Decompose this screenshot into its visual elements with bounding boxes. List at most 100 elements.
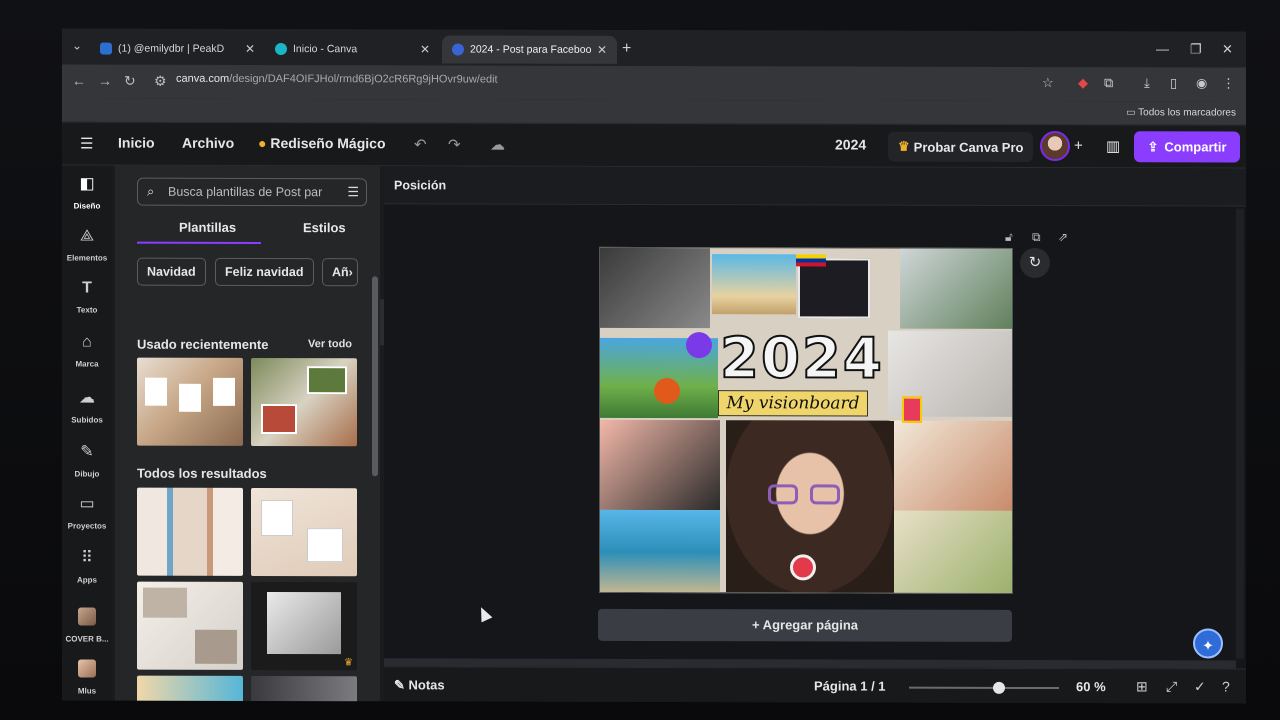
draw-icon: ✎ bbox=[80, 443, 94, 461]
check-icon[interactable]: ✓ bbox=[1194, 678, 1206, 695]
see-all-link[interactable]: Ver todo bbox=[308, 338, 352, 350]
tab-templates[interactable]: Plantillas bbox=[179, 220, 236, 235]
rail-item-cover-app[interactable]: COVER B... bbox=[62, 607, 112, 646]
filter-icon[interactable]: ☰ bbox=[347, 179, 359, 205]
help-icon[interactable]: ? bbox=[1222, 678, 1230, 694]
rail-item-draw[interactable]: ✎ Dibujo bbox=[62, 441, 112, 481]
forward-icon[interactable]: → bbox=[98, 73, 112, 89]
add-page-button[interactable]: + Agregar página bbox=[598, 608, 1012, 642]
all-bookmarks[interactable]: ▭ Todos los marcadores bbox=[1126, 107, 1236, 118]
glasses-shape bbox=[810, 484, 840, 505]
chevron-right-icon[interactable]: › bbox=[349, 265, 353, 279]
share-label: Compartir bbox=[1164, 139, 1227, 155]
extension-icon[interactable]: ◆ bbox=[1078, 75, 1088, 91]
chip-navidad[interactable]: Navidad bbox=[137, 257, 206, 286]
site-info-icon[interactable]: ⚙ bbox=[154, 73, 167, 90]
rail-item-uploads[interactable]: ☁ Subidos bbox=[62, 387, 112, 427]
close-tab-icon[interactable]: ✕ bbox=[420, 42, 430, 56]
profile-icon[interactable]: ◉ bbox=[1196, 75, 1207, 91]
zoom-slider-handle[interactable] bbox=[993, 681, 1005, 694]
chip-feliz-navidad[interactable]: Feliz navidad bbox=[215, 257, 314, 287]
maximize-icon[interactable]: ❐ bbox=[1190, 41, 1202, 57]
tab-facebook-post[interactable]: 2024 - Post para Facebook ✕ bbox=[442, 35, 617, 64]
result-template-thumbnail[interactable]: ♛ bbox=[251, 581, 357, 671]
redo-icon[interactable]: ↷ bbox=[448, 135, 461, 153]
bottom-bar: ✎ Notas Página 1 / 1 60 % ⊞ ⤢ ✓ ? bbox=[384, 666, 1246, 704]
all-bookmarks-label: Todos los marcadores bbox=[1138, 107, 1236, 119]
avatar[interactable] bbox=[1040, 131, 1070, 162]
photo-frame-shape bbox=[307, 366, 347, 395]
insights-chart-icon[interactable]: ▥ bbox=[1106, 137, 1120, 155]
active-tab-indicator bbox=[137, 241, 261, 244]
rail-item-elements[interactable]: ⟁ Elementos bbox=[62, 227, 112, 265]
panel-scrollbar[interactable] bbox=[372, 276, 378, 477]
download-icon[interactable]: ⤓ bbox=[1144, 75, 1150, 91]
canvas-vertical-scrollbar[interactable] bbox=[1236, 208, 1244, 659]
context-toolbar: Posición bbox=[384, 166, 1246, 207]
new-tab-icon[interactable]: + bbox=[622, 40, 631, 58]
undo-icon[interactable]: ↶ bbox=[414, 135, 427, 153]
close-window-icon[interactable]: ✕ bbox=[1222, 41, 1233, 57]
browser-window: ⌄ (1) @emilydbr | PeakD ✕ Inicio - Canva… bbox=[62, 28, 1246, 704]
zoom-value[interactable]: 60 % bbox=[1076, 679, 1106, 694]
magic-assistant-icon[interactable]: ✦ bbox=[1193, 628, 1223, 659]
notes-button[interactable]: ✎ Notas bbox=[394, 677, 445, 693]
regenerate-icon[interactable]: ↻ bbox=[1020, 247, 1050, 279]
recent-template-thumbnail[interactable] bbox=[251, 357, 357, 447]
result-template-thumbnail[interactable] bbox=[137, 487, 243, 576]
rail-item-design[interactable]: ◧ Diseño bbox=[62, 173, 112, 213]
close-tab-icon[interactable]: ✕ bbox=[245, 42, 255, 56]
grid-view-icon[interactable]: ⊞ bbox=[1136, 678, 1148, 695]
design-title[interactable]: 2024 bbox=[835, 136, 866, 152]
tab-peakd[interactable]: (1) @emilydbr | PeakD ✕ bbox=[90, 35, 265, 63]
rail-item-text[interactable]: T Texto bbox=[62, 279, 112, 317]
tab-styles[interactable]: Estilos bbox=[303, 220, 346, 235]
results-heading: Todos los resultados bbox=[137, 465, 267, 481]
cloud-save-icon[interactable]: ☁ bbox=[490, 136, 505, 154]
crown-icon: ♛ bbox=[898, 138, 910, 154]
back-icon[interactable]: ← bbox=[72, 72, 86, 88]
minimize-icon[interactable]: — bbox=[1156, 41, 1169, 56]
recent-template-thumbnail[interactable] bbox=[137, 357, 243, 446]
tab-canva-home[interactable]: Inicio - Canva ✕ bbox=[265, 35, 440, 63]
template-search-input[interactable]: ⌕ Busca plantillas de Post par ☰ bbox=[137, 177, 367, 207]
rail-label: Texto bbox=[76, 305, 98, 315]
close-tab-icon[interactable]: ✕ bbox=[597, 43, 607, 57]
canvas-area: Posición 🔓︎ ⧉ ⇗ 2024 My visionboard ↻ + … bbox=[384, 166, 1246, 704]
result-template-thumbnail[interactable] bbox=[251, 487, 357, 577]
reload-icon[interactable]: ↻ bbox=[124, 73, 136, 90]
try-canva-pro-button[interactable]: ♛ Probar Canva Pro bbox=[888, 131, 1034, 162]
home-link[interactable]: Inicio bbox=[118, 135, 155, 151]
rail-item-second-app[interactable]: Mlus bbox=[62, 659, 112, 698]
rail-item-apps[interactable]: ⠿ Apps bbox=[62, 547, 112, 587]
fullscreen-icon[interactable]: ⤢ bbox=[1166, 678, 1177, 695]
zoom-slider[interactable] bbox=[909, 686, 1059, 690]
canva-top-bar: ☰ Inicio Archivo ● Rediseño Mágico ↶ ↷ ☁… bbox=[62, 123, 1246, 169]
rail-item-brand[interactable]: ⌂ Marca bbox=[62, 333, 112, 371]
side-panel-icon[interactable]: ▯ bbox=[1170, 75, 1177, 91]
puzzle-extensions-icon[interactable]: ⧉ bbox=[1104, 75, 1113, 91]
browser-menu-icon[interactable]: ⋮ bbox=[1222, 75, 1235, 91]
position-button[interactable]: Posición bbox=[394, 178, 446, 192]
hamburger-menu-icon[interactable]: ☰ bbox=[80, 134, 93, 152]
url-field[interactable]: canva.com/design/DAF4OIFJHol/rmd6BjO2cR6… bbox=[176, 73, 498, 86]
bookmark-star-icon[interactable]: ☆ bbox=[1042, 75, 1054, 91]
chip-ano[interactable]: Añ› bbox=[322, 258, 358, 287]
peakd-favicon-icon bbox=[100, 42, 112, 55]
tab-search-icon[interactable]: ⌄ bbox=[68, 38, 86, 56]
collage-photo bbox=[600, 509, 720, 594]
rail-item-projects[interactable]: ▭ Proyectos bbox=[62, 493, 112, 533]
duplicate-page-icon[interactable]: ⧉ bbox=[1032, 230, 1041, 245]
add-collaborator-icon[interactable]: + bbox=[1074, 137, 1083, 154]
app-thumb-icon bbox=[78, 659, 96, 678]
export-page-icon[interactable]: ⇗ bbox=[1058, 230, 1068, 244]
share-button[interactable]: ⇪ Compartir bbox=[1134, 131, 1240, 163]
result-template-thumbnail[interactable] bbox=[137, 581, 243, 670]
magic-redesign-button[interactable]: ● Rediseño Mágico bbox=[258, 135, 386, 151]
page-indicator[interactable]: Página 1 / 1 bbox=[814, 678, 886, 693]
result-template-thumbnail[interactable] bbox=[137, 675, 243, 704]
file-menu[interactable]: Archivo bbox=[182, 135, 234, 151]
vision-board-design[interactable]: 2024 My visionboard bbox=[599, 246, 1013, 594]
result-template-thumbnail[interactable] bbox=[251, 675, 357, 704]
lock-icon[interactable]: 🔓︎ bbox=[1005, 230, 1013, 245]
